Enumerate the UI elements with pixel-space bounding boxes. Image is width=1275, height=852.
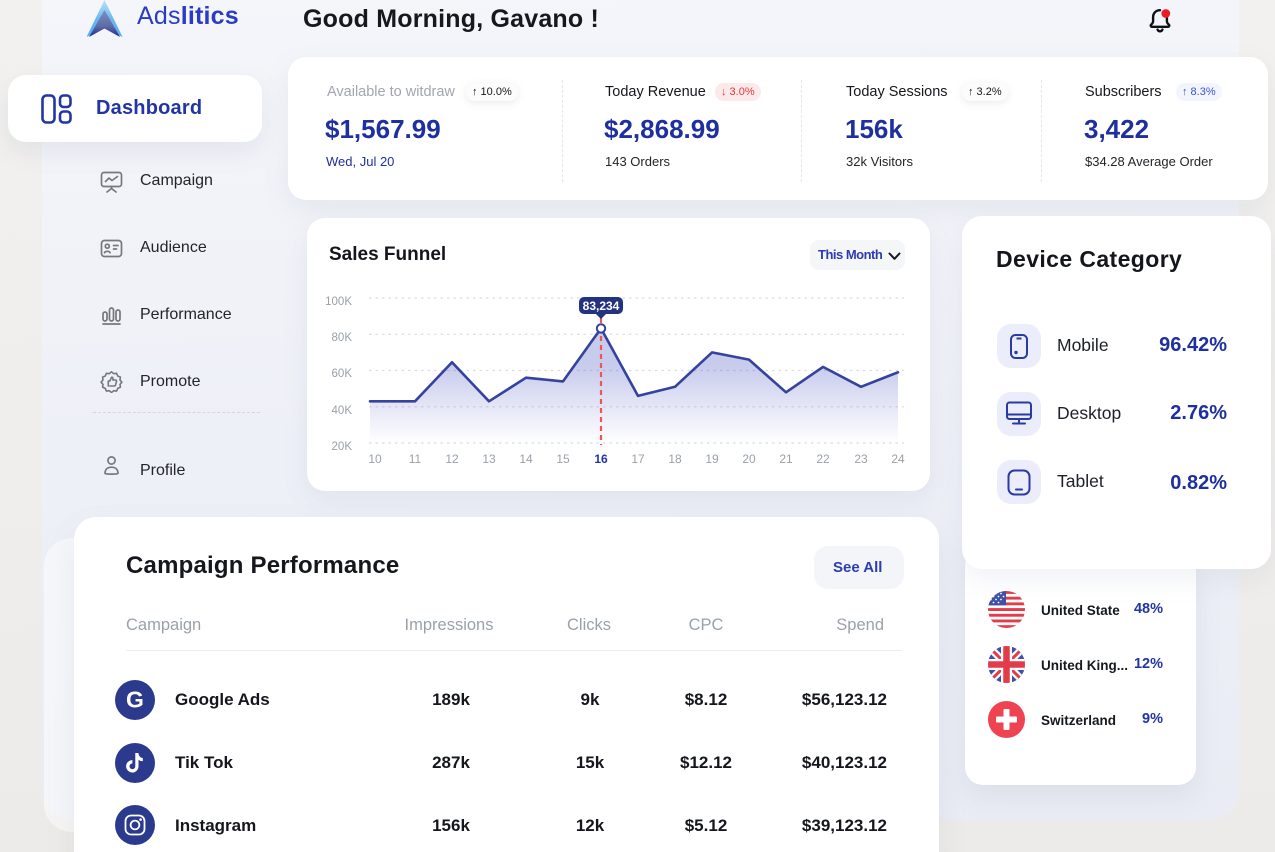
- svg-text:40K: 40K: [332, 405, 353, 417]
- svg-text:83,234: 83,234: [583, 299, 620, 313]
- svg-text:60K: 60K: [332, 368, 353, 380]
- svg-text:80K: 80K: [332, 332, 353, 344]
- svg-text:100K: 100K: [325, 296, 352, 308]
- svg-text:20K: 20K: [332, 441, 353, 453]
